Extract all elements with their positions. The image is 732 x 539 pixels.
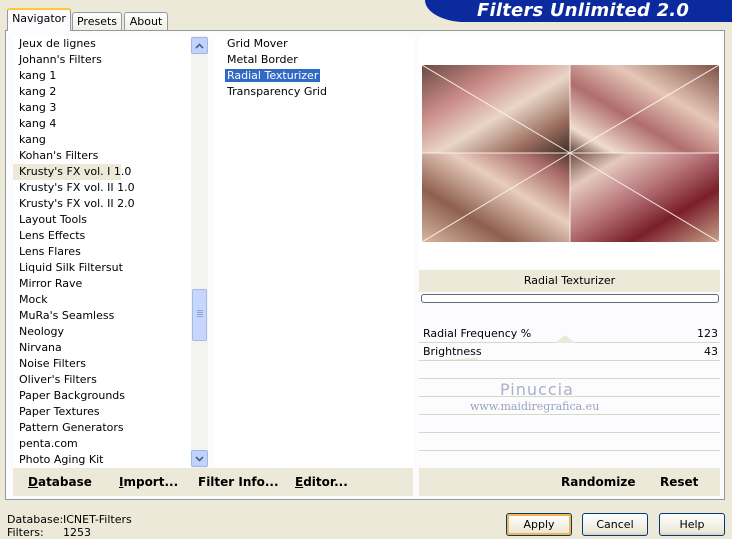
category-item[interactable]: Layout Tools [13, 212, 191, 228]
reset-button[interactable]: Reset [660, 475, 698, 489]
category-item[interactable]: Oliver's Filters [13, 372, 191, 388]
help-button[interactable]: Help [659, 513, 725, 536]
category-item[interactable]: Mock [13, 292, 191, 308]
category-item[interactable]: Nirvana [13, 340, 191, 356]
param-empty [419, 362, 720, 379]
filter-item[interactable]: Metal Border [214, 52, 414, 68]
category-item[interactable]: Mirror Rave [13, 276, 191, 292]
filters-status-label: Filters: [7, 526, 44, 539]
tab-presets[interactable]: Presets [72, 12, 122, 30]
category-item[interactable]: kang 1 [13, 68, 191, 84]
app-title: Filters Unlimited 2.0 [477, 0, 690, 21]
param-empty [419, 434, 720, 451]
bottom-toolbar-left: Database Import... Filter Info... Editor… [13, 468, 413, 496]
filter-list[interactable]: Grid Mover Metal Border Radial Texturizer T… [214, 36, 414, 468]
cancel-button[interactable]: Cancel [582, 513, 648, 536]
param-value: 43 [704, 345, 718, 358]
filter-info-button[interactable]: Filter Info... [198, 475, 279, 489]
category-item[interactable]: Paper Backgrounds [13, 388, 191, 404]
editor-button[interactable]: Editor... [295, 475, 348, 489]
chevron-up-icon [195, 43, 204, 49]
filter-item[interactable]: Transparency Grid [214, 84, 414, 100]
category-item[interactable]: Johann's Filters [13, 52, 191, 68]
filter-item[interactable]: Radial Texturizer [214, 68, 414, 84]
slider-marker-brightness[interactable] [440, 350, 480, 360]
filters-status-value: 1253 [63, 526, 91, 539]
category-item[interactable]: Pattern Generators [13, 420, 191, 436]
watermark-name: Pinuccia [500, 380, 574, 399]
category-item[interactable]: kang 2 [13, 84, 191, 100]
scroll-up-button[interactable] [191, 37, 208, 54]
import-button[interactable]: Import... [119, 475, 178, 489]
scroll-down-button[interactable] [191, 450, 208, 467]
category-item[interactable]: Kohan's Filters [13, 148, 191, 164]
category-item[interactable]: Neology [13, 324, 191, 340]
category-item[interactable]: Liquid Silk Filtersut [13, 260, 191, 276]
category-item[interactable]: Krusty's FX vol. II 1.0 [13, 180, 191, 196]
preview-area [419, 36, 722, 268]
category-item[interactable]: kang 4 [13, 116, 191, 132]
filter-name-label: Radial Texturizer [419, 270, 720, 292]
tab-navigator[interactable]: Navigator [7, 8, 71, 31]
apply-button[interactable]: Apply [506, 513, 572, 536]
param-empty [419, 416, 720, 433]
filter-item[interactable]: Grid Mover [214, 36, 414, 52]
category-item[interactable]: Photo Aging Kit [13, 452, 191, 468]
filter-item-label: Metal Border [227, 53, 298, 66]
category-scrollbar[interactable] [191, 36, 208, 468]
category-list[interactable]: Jeux de lignes Johann's Filters kang 1 kang… [13, 36, 191, 468]
category-item[interactable]: Krusty's FX vol. I 1.0 [13, 164, 131, 180]
filter-item-label: Transparency Grid [227, 85, 327, 98]
param-label: Radial Frequency % [423, 327, 532, 340]
randomize-button[interactable]: Randomize [561, 475, 635, 489]
category-item[interactable]: penta.com [13, 436, 191, 452]
filter-item-label: Radial Texturizer [225, 69, 321, 82]
database-button[interactable]: Database [28, 475, 92, 489]
app-banner: Filters Unlimited 2.0 [425, 0, 732, 22]
database-status-value: ICNET-Filters [63, 513, 132, 526]
progress-bar [421, 294, 719, 303]
category-item[interactable]: Paper Textures [13, 404, 191, 420]
category-item[interactable]: kang [13, 132, 191, 148]
bottom-toolbar-right: Randomize Reset [419, 468, 720, 496]
chevron-down-icon [195, 456, 204, 462]
category-item[interactable]: Jeux de lignes [13, 36, 191, 52]
param-value: 123 [697, 327, 718, 340]
category-item[interactable]: MuRa's Seamless [13, 308, 191, 324]
tab-about[interactable]: About [124, 12, 168, 30]
category-item[interactable]: Noise Filters [13, 356, 191, 372]
database-status-label: Database: [7, 513, 64, 526]
slider-marker-radial-frequency[interactable] [555, 333, 575, 343]
preview-image [422, 65, 719, 242]
category-item[interactable]: kang 3 [13, 100, 191, 116]
watermark-url: www.maidiregrafica.eu [470, 400, 600, 413]
scroll-thumb[interactable] [192, 289, 207, 341]
category-item[interactable]: Lens Flares [13, 244, 191, 260]
category-item[interactable]: Krusty's FX vol. II 2.0 [13, 196, 191, 212]
param-empty [419, 452, 720, 469]
category-item[interactable]: Lens Effects [13, 228, 191, 244]
filter-item-label: Grid Mover [227, 37, 288, 50]
